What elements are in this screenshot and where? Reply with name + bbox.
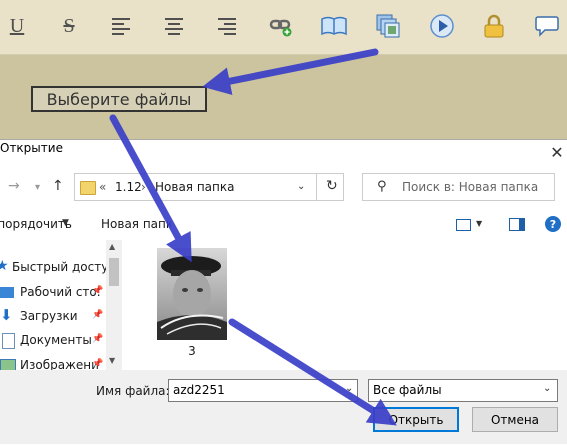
scroll-up-icon[interactable]: ▲	[109, 242, 115, 251]
view-dropdown-icon[interactable]: ▼	[476, 219, 482, 228]
align-left-icon[interactable]	[108, 12, 134, 40]
command-bar: Упорядочить ▼ Новая папка ▼ ?	[0, 210, 567, 240]
align-center-icon[interactable]	[161, 12, 187, 40]
back-icon[interactable]: →	[8, 178, 20, 194]
view-mode-icon[interactable]	[456, 219, 471, 231]
strike-glyph: S	[63, 14, 75, 37]
filename-dropdown-icon[interactable]: ⌄	[345, 383, 353, 394]
preview-pane-icon[interactable]	[509, 218, 525, 231]
open-button[interactable]: Открыть	[373, 407, 459, 432]
tree-item-label: Рабочий сто.	[20, 285, 101, 299]
speech-bubble-icon[interactable]	[534, 12, 560, 40]
close-icon[interactable]: ✕	[549, 143, 565, 162]
desktop-icon	[0, 287, 14, 298]
pin-icon: 📌	[92, 310, 104, 320]
tree-scrollbar[interactable]: ▲ ▼	[106, 240, 122, 370]
tree-item-label: Загрузки	[20, 309, 78, 323]
document-icon	[2, 333, 15, 349]
strikethrough-icon[interactable]: S	[56, 12, 82, 40]
filename-value: azd2251	[173, 383, 225, 397]
download-arrow-icon: ⬇	[0, 306, 13, 324]
search-box[interactable]: ⚲ Поиск в: Новая папка	[362, 173, 555, 201]
breadcrumb-separator: ›	[141, 180, 146, 194]
choose-files-button[interactable]: Выберите файлы	[31, 86, 207, 112]
address-dropdown-icon[interactable]: ⌄	[297, 181, 305, 192]
filename-input[interactable]: azd2251 ⌄	[168, 379, 358, 402]
scroll-thumb[interactable]	[109, 258, 119, 286]
tree-item-label: Быстрый доступ	[12, 260, 117, 274]
file-item[interactable]: 3	[152, 248, 232, 358]
refresh-icon[interactable]: ↻	[326, 178, 338, 194]
pin-icon: 📌	[92, 286, 104, 296]
breadcrumb-overflow[interactable]: «	[99, 180, 106, 194]
organize-dropdown-icon[interactable]: ▼	[62, 218, 69, 228]
search-placeholder: Поиск в: Новая папка	[402, 180, 539, 194]
navigation-pane: ★ Быстрый доступ Рабочий сто. 📌 ⬇ Загруз…	[0, 240, 122, 372]
new-folder-button[interactable]: Новая папка	[101, 217, 171, 231]
pin-icon: 📌	[92, 334, 104, 344]
scroll-down-icon[interactable]: ▼	[109, 356, 115, 365]
file-type-dropdown-icon[interactable]: ⌄	[543, 383, 551, 394]
cancel-button[interactable]: Отмена	[472, 407, 558, 432]
filename-label: Имя файла:	[96, 384, 170, 398]
breadcrumb-parent[interactable]: 1.12	[115, 180, 142, 194]
file-type-select[interactable]: Все файлы ⌄	[368, 379, 558, 402]
editor-toolbar: U S	[0, 0, 567, 55]
photo-thumbnail	[157, 248, 227, 340]
align-right-icon[interactable]	[214, 12, 240, 40]
chevron-down-icon[interactable]: ▾	[35, 182, 40, 193]
file-name: 3	[188, 344, 196, 358]
gallery-icon[interactable]	[375, 12, 401, 40]
lock-icon[interactable]	[481, 12, 507, 40]
play-icon[interactable]	[429, 12, 455, 40]
search-icon: ⚲	[377, 179, 387, 194]
tree-item-label: Документы	[20, 333, 92, 347]
star-icon: ★	[0, 258, 9, 274]
dialog-title: Открытие	[0, 141, 63, 155]
file-type-value: Все файлы	[373, 383, 442, 397]
underline-icon[interactable]: U	[4, 12, 30, 40]
link-add-icon[interactable]	[268, 12, 294, 40]
address-bar[interactable]: « 1.12 › Новая папка ⌄ ↻	[74, 173, 344, 201]
pin-icon: 📌	[92, 359, 104, 369]
book-icon[interactable]	[321, 12, 347, 40]
up-arrow-icon[interactable]: ↑	[52, 178, 64, 194]
help-icon[interactable]: ?	[545, 216, 561, 232]
underline-glyph: U	[9, 14, 25, 37]
folder-icon	[80, 181, 96, 195]
breadcrumb-current[interactable]: Новая папка	[155, 180, 234, 194]
